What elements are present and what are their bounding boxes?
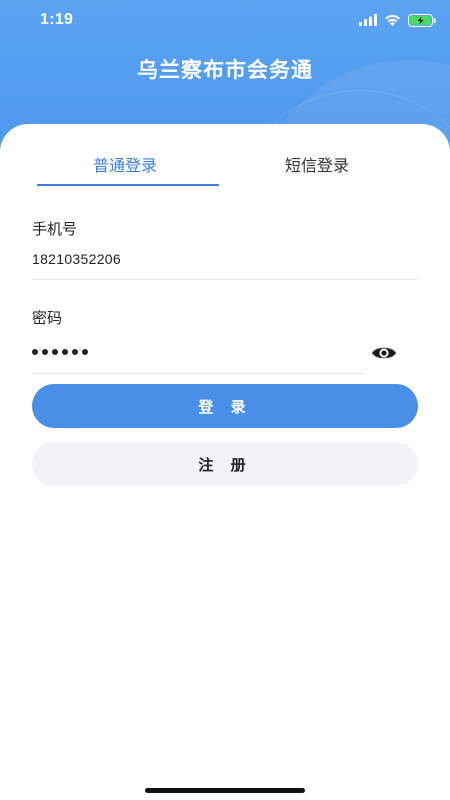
password-mask-dot — [52, 349, 58, 355]
app-title: 乌兰察布市会务通 — [137, 58, 313, 82]
battery-charging-icon — [408, 13, 436, 27]
home-indicator — [145, 788, 305, 793]
status-bar: 1:19 — [0, 0, 450, 40]
login-tabs: 普通登录 短信登录 — [0, 152, 450, 188]
phone-input[interactable]: 18210352206 — [32, 251, 121, 267]
status-time: 1:19 — [40, 11, 74, 28]
eye-icon[interactable] — [370, 342, 398, 364]
tab-normal-login[interactable]: 普通登录 — [93, 152, 157, 176]
cellular-signal-icon — [359, 14, 377, 26]
password-input[interactable] — [32, 349, 88, 355]
password-divider — [32, 373, 365, 374]
wifi-icon — [384, 14, 401, 26]
tab-sms-login[interactable]: 短信登录 — [285, 152, 349, 176]
password-mask-dot — [42, 349, 48, 355]
password-mask-dot — [32, 349, 38, 355]
register-button[interactable]: 注 册 — [32, 442, 418, 486]
phone-divider — [32, 279, 418, 280]
password-label: 密码 — [32, 309, 63, 327]
login-card: 普通登录 短信登录 手机号 18210352206 密码 登 录 注 册 — [0, 124, 450, 800]
active-tab-indicator — [37, 184, 219, 186]
password-mask-dot — [62, 349, 68, 355]
status-icons — [359, 13, 436, 27]
phone-label: 手机号 — [32, 220, 78, 238]
password-mask-dot — [72, 349, 78, 355]
password-mask-dot — [82, 349, 88, 355]
login-button[interactable]: 登 录 — [32, 384, 418, 428]
